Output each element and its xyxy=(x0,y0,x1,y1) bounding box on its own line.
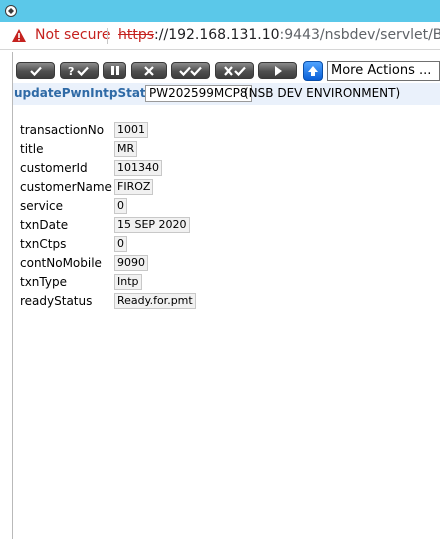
approve-all-button[interactable] xyxy=(171,62,210,79)
up-button[interactable] xyxy=(303,61,323,81)
frame-border xyxy=(12,52,13,539)
field-label: title xyxy=(20,142,44,156)
more-actions-select[interactable]: More Actions ... xyxy=(327,61,440,81)
url-text[interactable]: https://192.168.131.10:9443/nsbdev/servl… xyxy=(118,27,440,43)
function-name: updatePwnIntpStatus xyxy=(14,86,162,100)
check-icon xyxy=(29,66,42,76)
field-value: 0 xyxy=(114,236,127,252)
next-button[interactable] xyxy=(258,62,297,79)
field-label: contNoMobile xyxy=(20,256,102,270)
not-secure-label[interactable]: Not secure xyxy=(35,27,111,43)
url-host: ://192.168.131.10 xyxy=(154,27,280,43)
up-arrow-icon xyxy=(308,66,318,76)
cross-icon xyxy=(144,65,154,76)
cross-check-icon xyxy=(223,65,246,76)
field-label: transactionNo xyxy=(20,123,105,137)
svg-text:?: ? xyxy=(68,65,74,77)
reject-confirm-button[interactable] xyxy=(215,62,254,79)
field-value: 1001 xyxy=(114,122,148,138)
field-value: Intp xyxy=(114,274,142,290)
field-value: 9090 xyxy=(114,255,148,271)
field-value: Ready.for.pmt xyxy=(114,293,196,309)
field-label: customerName xyxy=(20,180,112,194)
field-value: MR xyxy=(114,141,138,157)
field-value: 15 SEP 2020 xyxy=(114,217,190,233)
field-label: txnCtps xyxy=(20,237,67,251)
field-label: readyStatus xyxy=(20,294,93,308)
url-path: :9443/nsbdev/servlet/Browser xyxy=(279,27,440,43)
record-code: PW202599MCP8 xyxy=(145,85,252,102)
window-titlebar xyxy=(0,0,440,22)
record-header: updatePwnIntpStatus PW202599MCP8 (NSB DE… xyxy=(13,83,440,105)
forward-icon xyxy=(274,65,282,76)
app-icon xyxy=(5,5,17,17)
field-value: 0 xyxy=(114,198,127,214)
pause-icon xyxy=(110,66,119,75)
field-label: customerId xyxy=(20,161,88,175)
field-label: service xyxy=(20,199,63,213)
question-check-icon: ? xyxy=(68,65,89,77)
confirm-button[interactable] xyxy=(16,62,55,79)
field-label: txnDate xyxy=(20,218,69,232)
field-label: txnType xyxy=(20,275,67,289)
field-value: 101340 xyxy=(114,160,162,176)
url-scheme: https xyxy=(118,27,155,43)
query-confirm-button[interactable]: ? xyxy=(60,62,99,79)
reject-button[interactable] xyxy=(131,62,167,79)
warning-triangle-icon xyxy=(12,29,26,42)
address-bar[interactable]: Not secure https://192.168.131.10:9443/n… xyxy=(0,22,440,50)
field-value: FIROZ xyxy=(114,179,154,195)
environment-label: (NSB DEV ENVIRONMENT) xyxy=(244,86,401,100)
action-toolbar: ? More Actions ... xyxy=(13,59,440,83)
pause-button[interactable] xyxy=(103,62,126,79)
address-separator xyxy=(107,28,108,44)
double-check-icon xyxy=(178,66,202,76)
